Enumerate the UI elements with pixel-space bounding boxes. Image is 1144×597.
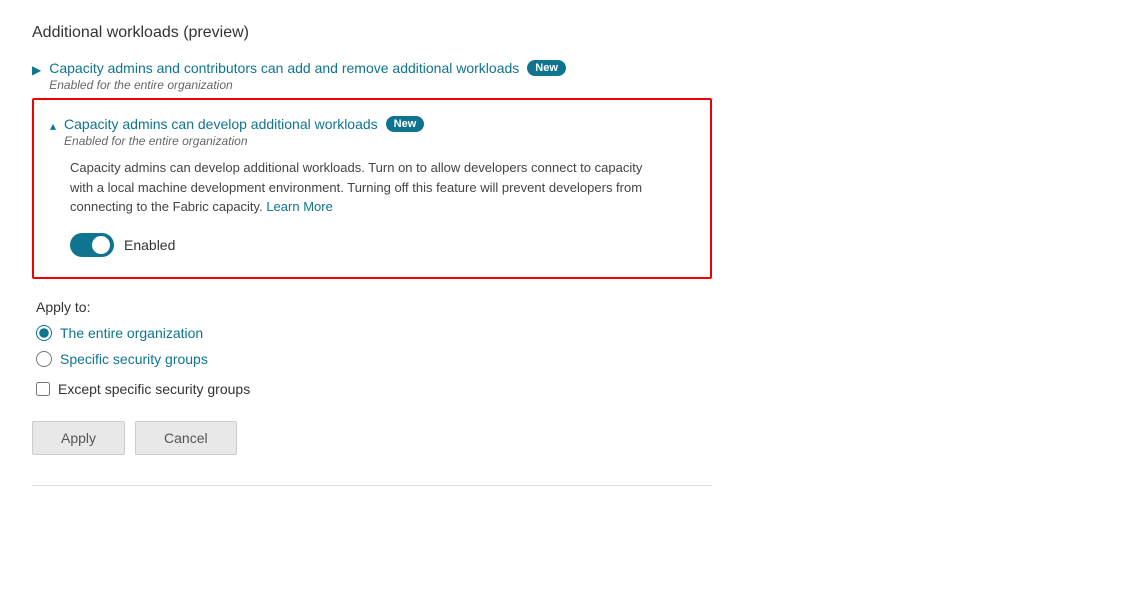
button-row: Apply Cancel — [32, 421, 1112, 455]
except-groups-checkbox[interactable] — [36, 382, 50, 396]
learn-more-link[interactable]: Learn More — [266, 199, 332, 214]
apply-to-section: Apply to: The entire organization Specif… — [36, 299, 1112, 397]
new-badge-collapsed: New — [527, 60, 566, 76]
expanded-item-subtitle: Enabled for the entire organization — [64, 134, 424, 148]
expanded-item-title-row: Capacity admins can develop additional w… — [64, 116, 424, 132]
radio-group: The entire organization Specific securit… — [36, 325, 1112, 367]
apply-button[interactable]: Apply — [32, 421, 125, 455]
toggle-label: Enabled — [124, 237, 175, 253]
radio-entire-org-label[interactable]: The entire organization — [60, 325, 203, 341]
radio-entire-org[interactable]: The entire organization — [36, 325, 1112, 341]
radio-specific-groups[interactable]: Specific security groups — [36, 351, 1112, 367]
section-divider — [32, 485, 712, 486]
page-title: Additional workloads (preview) — [32, 24, 1112, 42]
apply-to-label: Apply to: — [36, 299, 1112, 315]
enabled-toggle[interactable] — [70, 233, 114, 257]
collapsed-item-subtitle: Enabled for the entire organization — [49, 78, 566, 92]
toggle-slider — [70, 233, 114, 257]
collapsed-item-title: Capacity admins and contributors can add… — [49, 60, 519, 76]
radio-entire-org-input[interactable] — [36, 325, 52, 341]
collapsed-workload-item[interactable]: ▶ Capacity admins and contributors can a… — [32, 60, 1112, 92]
collapsed-item-content: Capacity admins and contributors can add… — [49, 60, 566, 92]
expanded-workload-card: ▴ Capacity admins can develop additional… — [32, 98, 712, 279]
expanded-item-title: Capacity admins can develop additional w… — [64, 116, 378, 132]
collapsed-item-title-row: Capacity admins and contributors can add… — [49, 60, 566, 76]
except-groups-label[interactable]: Except specific security groups — [58, 381, 250, 397]
expanded-item-content: Capacity admins can develop additional w… — [64, 116, 424, 148]
chevron-right-icon: ▶ — [32, 63, 41, 77]
expanded-workload-item[interactable]: ▴ Capacity admins can develop additional… — [50, 116, 694, 148]
cancel-button[interactable]: Cancel — [135, 421, 237, 455]
chevron-down-icon: ▴ — [50, 119, 56, 133]
radio-specific-groups-input[interactable] — [36, 351, 52, 367]
expanded-item-description: Capacity admins can develop additional w… — [70, 158, 660, 217]
radio-specific-groups-label[interactable]: Specific security groups — [60, 351, 208, 367]
new-badge-expanded: New — [386, 116, 425, 132]
except-groups-checkbox-item[interactable]: Except specific security groups — [36, 381, 1112, 397]
description-text-part1: Capacity admins can develop additional w… — [70, 160, 642, 214]
toggle-row: Enabled — [70, 233, 694, 257]
